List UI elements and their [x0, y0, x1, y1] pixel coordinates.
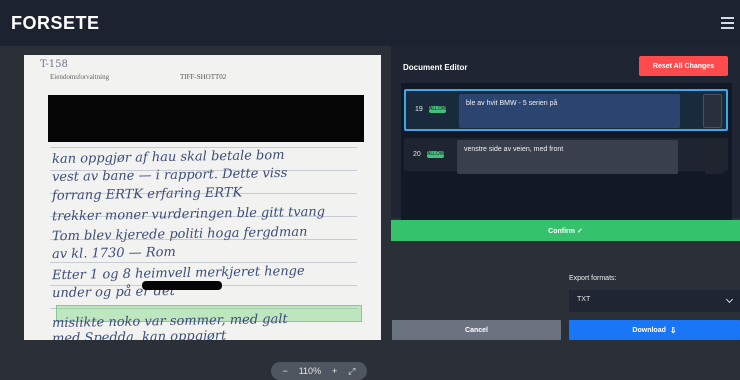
document-viewer: T-158 Eiendomsforvaltning TIFF-SHOTT02 k…: [0, 46, 390, 380]
document-heading-left: Eiendomsforvaltning: [50, 73, 110, 81]
cancel-button[interactable]: Cancel: [392, 320, 561, 340]
handwriting-line: trekker moner vurderingen ble gitt tvang: [51, 204, 326, 225]
handwriting-line: av kl. 1730 — Rom: [51, 244, 176, 263]
export-format-select[interactable]: TXT: [569, 290, 740, 312]
segment-list: 19 ALLOW ble av hvit BMW - 5 serien på 2…: [401, 83, 732, 229]
zoom-level: 110%: [298, 366, 322, 376]
segment-toggle-button[interactable]: [705, 140, 724, 174]
fit-page-button[interactable]: ⤢: [348, 366, 355, 377]
ruled-line: [50, 262, 357, 263]
handwriting-line: kan oppgjør af hau skal betale bom: [51, 147, 285, 168]
handwriting-line: mislikte noko var sommer, med galt: [51, 311, 288, 332]
document-heading-right: TIFF-SHOTT02: [180, 73, 227, 81]
handwriting-line: Tom blev kjerede politi hoga fergdman: [51, 224, 308, 245]
handwriting-line: vest av bane — i rapport. Dette viss: [51, 165, 288, 186]
confirm-button[interactable]: Confirm ✓: [391, 220, 740, 241]
download-button[interactable]: Download ⇩: [569, 320, 740, 340]
document-editor-panel: Document Editor Reset All Changes 19 ALL…: [391, 46, 740, 229]
handwriting-line: forrang ERTK erfaring ERTK: [51, 185, 243, 204]
segment-text-input[interactable]: venstre side av veien, med front: [457, 140, 678, 174]
app-logo: FORSETE: [11, 13, 100, 33]
editor-title: Document Editor: [403, 63, 468, 72]
ruled-line: [50, 147, 357, 148]
editor-pane: Document Editor Reset All Changes 19 ALL…: [391, 46, 740, 340]
document-tag: T-158: [40, 59, 68, 70]
segment-toggle-button[interactable]: [703, 94, 722, 128]
download-icon: ⇩: [669, 325, 677, 335]
segment-badge: ALLOW: [427, 151, 445, 158]
zoom-in-button[interactable]: +: [332, 366, 337, 376]
segment-row-active[interactable]: 19 ALLOW ble av hvit BMW - 5 serien på: [404, 89, 728, 131]
redaction-block: [142, 281, 222, 290]
export-formats-label: Export formats:: [569, 275, 617, 282]
handwriting-line: med Spedda. kan oppgjørt: [51, 328, 227, 340]
top-bar: FORSETE: [0, 0, 740, 46]
segment-number: 20: [413, 151, 421, 158]
segment-badge: ALLOW: [429, 106, 447, 113]
segment-number: 19: [415, 106, 423, 113]
download-label: Download: [632, 326, 666, 334]
redaction-block: [48, 95, 364, 142]
segment-text-input[interactable]: ble av hvit BMW - 5 serien på: [459, 94, 680, 128]
hamburger-menu-icon[interactable]: [721, 17, 734, 29]
zoom-controls: − 110% + ⤢: [271, 362, 367, 380]
chevron-down-icon: [725, 295, 734, 304]
zoom-out-button[interactable]: −: [282, 366, 287, 376]
export-format-value: TXT: [577, 296, 591, 303]
reset-all-changes-button[interactable]: Reset All Changes: [639, 56, 728, 76]
document-page: T-158 Eiendomsforvaltning TIFF-SHOTT02 k…: [24, 55, 381, 340]
segment-row[interactable]: 20 ALLOW venstre side av veien, med fron…: [404, 138, 728, 174]
